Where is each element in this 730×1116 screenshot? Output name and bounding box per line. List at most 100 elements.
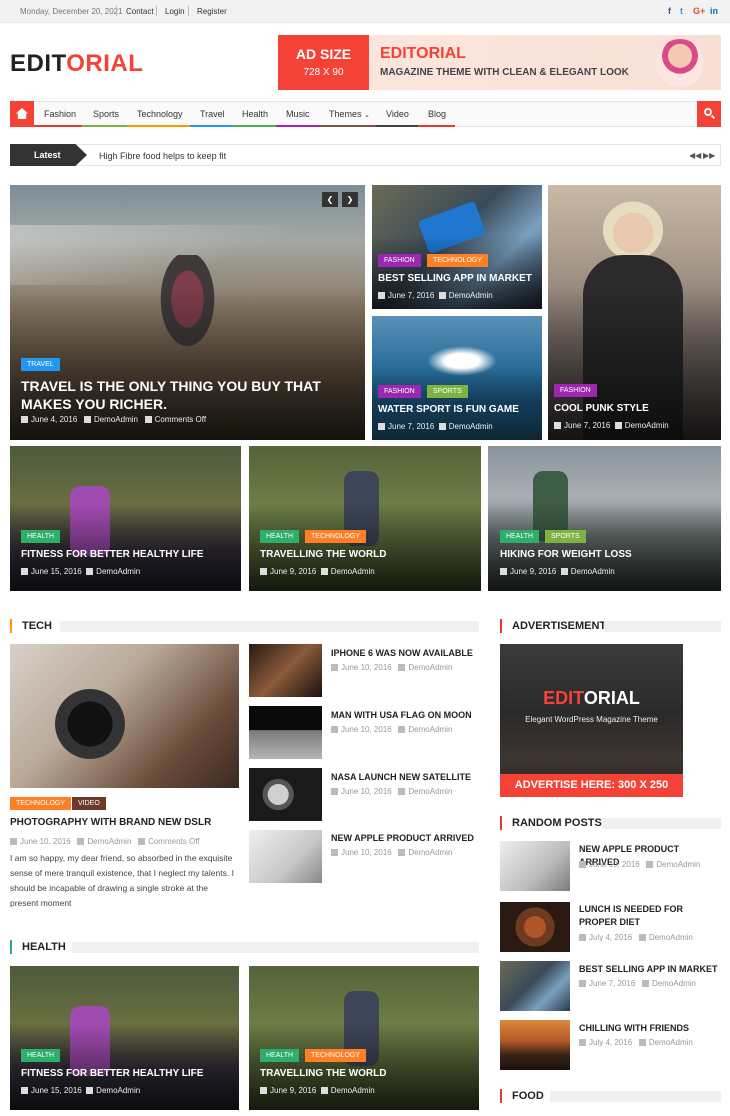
facebook-icon[interactable]: f	[668, 6, 671, 16]
post-title[interactable]: MAN WITH USA FLAG ON MOON	[331, 709, 472, 722]
post-title[interactable]: BEST SELLING APP IN MARKET	[579, 963, 721, 976]
ad-size-dims: 728 X 90	[303, 67, 344, 78]
category-badge[interactable]: TRAVEL	[21, 358, 60, 371]
post-thumbnail[interactable]	[249, 706, 322, 759]
logo-part-red: ORIAL	[66, 50, 144, 77]
featured-main-post[interactable]: TRAVEL TRAVEL IS THE ONLY THING YOU BUY …	[10, 185, 365, 440]
category-badge[interactable]: VIDEO	[72, 797, 106, 810]
header-ad-banner[interactable]: AD SIZE 728 X 90 EDITORIAL MAGAZINE THEM…	[278, 35, 721, 90]
category-badge[interactable]: TECHNOLOGY	[427, 254, 489, 267]
post-title[interactable]: BEST SELLING APP IN MARKET	[378, 273, 532, 284]
camera-lens-image	[55, 689, 125, 759]
linkedin-icon[interactable]: in	[710, 6, 718, 16]
ticker-prev-icon[interactable]: ◀◀	[689, 151, 701, 160]
login-link[interactable]: Login	[165, 7, 185, 16]
twitter-icon[interactable]: t	[680, 6, 683, 16]
featured-post-tile[interactable]: HEALTH TECHNOLOGY TRAVELLING THE WORLD J…	[249, 446, 481, 591]
post-meta: June 15, 2016 DemoAdmin	[21, 1086, 140, 1095]
post-title[interactable]: TRAVELLING THE WORLD	[260, 549, 386, 560]
nav-item-blog[interactable]: Blog	[428, 109, 446, 119]
post-title[interactable]: CHILLING WITH FRIENDS	[579, 1022, 721, 1035]
post-thumbnail[interactable]	[249, 644, 322, 697]
category-badge[interactable]: HEALTH	[500, 530, 540, 543]
chevron-down-icon: ⌄	[364, 112, 370, 119]
featured-post-tile[interactable]: HEALTH FITNESS FOR BETTER HEALTHY LIFE J…	[10, 446, 241, 591]
post-title[interactable]: TRAVEL IS THE ONLY THING YOU BUY THAT MA…	[21, 377, 361, 413]
post-thumbnail[interactable]	[249, 830, 322, 883]
nav-item-themes-label: Themes	[329, 109, 362, 119]
sidebar-ad[interactable]: EDITORIAL Elegant WordPress Magazine The…	[500, 644, 683, 797]
post-title[interactable]: LUNCH IS NEEDED FOR PROPER DIET	[579, 903, 721, 929]
post-title[interactable]: COOL PUNK STYLE	[554, 403, 649, 414]
category-badge[interactable]: SPORTS	[545, 530, 586, 543]
category-badge[interactable]: HEALTH	[21, 530, 61, 543]
nav-item-sports[interactable]: Sports	[93, 109, 119, 119]
search-button[interactable]	[697, 101, 721, 127]
post-title[interactable]: HIKING FOR WEIGHT LOSS	[500, 549, 632, 560]
slider-prev-button[interactable]: ❮	[322, 192, 338, 207]
post-meta: June 10, 2016 DemoAdmin	[331, 725, 452, 734]
category-badge[interactable]: TECHNOLOGY	[305, 1049, 367, 1062]
post-title[interactable]: WATER SPORT IS FUN GAME	[378, 404, 519, 415]
category-badge[interactable]: HEALTH	[260, 1049, 300, 1062]
user-icon	[86, 1087, 94, 1094]
post-thumbnail[interactable]	[500, 902, 570, 952]
post-thumbnail[interactable]	[500, 841, 570, 891]
post-thumbnail[interactable]	[500, 1020, 570, 1070]
post-title[interactable]: PHOTOGRAPHY WITH BRAND NEW DSLR	[10, 816, 211, 829]
woman-image	[603, 200, 663, 260]
ticker-next-icon[interactable]: ▶▶	[703, 151, 715, 160]
nav-item-technology[interactable]: Technology	[137, 109, 183, 119]
nav-underline	[82, 125, 127, 127]
nav-item-themes[interactable]: Themes ⌄	[329, 109, 370, 119]
section-heading-tech: TECH	[10, 619, 479, 633]
nav-item-music[interactable]: Music	[286, 109, 310, 119]
calendar-icon	[331, 726, 338, 733]
ticker-headline[interactable]: High Fibre food helps to keep fit	[99, 151, 226, 161]
post-title[interactable]: FITNESS FOR BETTER HEALTHY LIFE	[21, 549, 203, 560]
featured-post-tile[interactable]: FASHION COOL PUNK STYLE June 7, 2016 Dem…	[548, 185, 721, 440]
register-link[interactable]: Register	[197, 7, 227, 16]
category-badge[interactable]: FASHION	[554, 384, 597, 397]
health-post-tile[interactable]: HEALTH FITNESS FOR BETTER HEALTHY LIFE J…	[10, 966, 239, 1110]
category-badge[interactable]: HEALTH	[260, 530, 300, 543]
user-icon	[320, 1087, 328, 1094]
category-badge[interactable]: TECHNOLOGY	[10, 797, 72, 810]
featured-post-tile[interactable]: FASHION SPORTS WATER SPORT IS FUN GAME J…	[372, 316, 542, 440]
tech-main-image[interactable]	[10, 644, 239, 788]
calendar-icon	[10, 838, 17, 845]
health-post-tile[interactable]: HEALTH TECHNOLOGY TRAVELLING THE WORLD J…	[249, 966, 479, 1110]
section-title: HEALTH	[22, 941, 66, 953]
ad-cta[interactable]: ADVERTISE HERE: 300 X 250	[500, 774, 683, 797]
category-badge[interactable]: SPORTS	[427, 385, 468, 398]
slider-next-button[interactable]: ❯	[342, 192, 358, 207]
site-logo[interactable]: EDITORIAL	[10, 50, 143, 78]
home-button[interactable]	[10, 101, 34, 127]
post-title[interactable]: NEW APPLE PRODUCT ARRIVED	[331, 832, 474, 845]
featured-post-tile[interactable]: FASHION TECHNOLOGY BEST SELLING APP IN M…	[372, 185, 542, 309]
post-title[interactable]: NASA LAUNCH NEW SATELLITE	[331, 771, 471, 784]
calendar-icon	[331, 849, 338, 856]
contact-link[interactable]: Contact	[126, 7, 154, 16]
post-title[interactable]: TRAVELLING THE WORLD	[260, 1068, 386, 1079]
category-badge[interactable]: FASHION	[378, 385, 421, 398]
post-title[interactable]: FITNESS FOR BETTER HEALTHY LIFE	[21, 1068, 203, 1079]
post-title[interactable]: IPHONE 6 WAS NOW AVAILABLE	[331, 647, 473, 660]
post-thumbnail[interactable]	[249, 768, 322, 821]
calendar-icon	[579, 861, 586, 868]
category-badge[interactable]: TECHNOLOGY	[305, 530, 367, 543]
nav-item-health[interactable]: Health	[242, 109, 268, 119]
category-badge[interactable]: FASHION	[378, 254, 421, 267]
nav-item-fashion[interactable]: Fashion	[44, 109, 76, 119]
nav-item-video[interactable]: Video	[386, 109, 409, 119]
featured-post-tile[interactable]: HEALTH SPORTS HIKING FOR WEIGHT LOSS Jun…	[488, 446, 721, 591]
post-meta: June 9, 2016 DemoAdmin	[260, 1086, 375, 1095]
main-nav: Fashion Sports Technology Travel Health …	[10, 101, 721, 127]
post-meta: June 10, 2016 DemoAdmin	[331, 787, 452, 796]
ad-subtitle: MAGAZINE THEME WITH CLEAN & ELEGANT LOOK	[380, 67, 629, 78]
calendar-icon	[21, 416, 28, 423]
google-plus-icon[interactable]: G+	[693, 6, 705, 16]
category-badge[interactable]: HEALTH	[21, 1049, 61, 1062]
post-thumbnail[interactable]	[500, 961, 570, 1011]
nav-item-travel[interactable]: Travel	[200, 109, 225, 119]
